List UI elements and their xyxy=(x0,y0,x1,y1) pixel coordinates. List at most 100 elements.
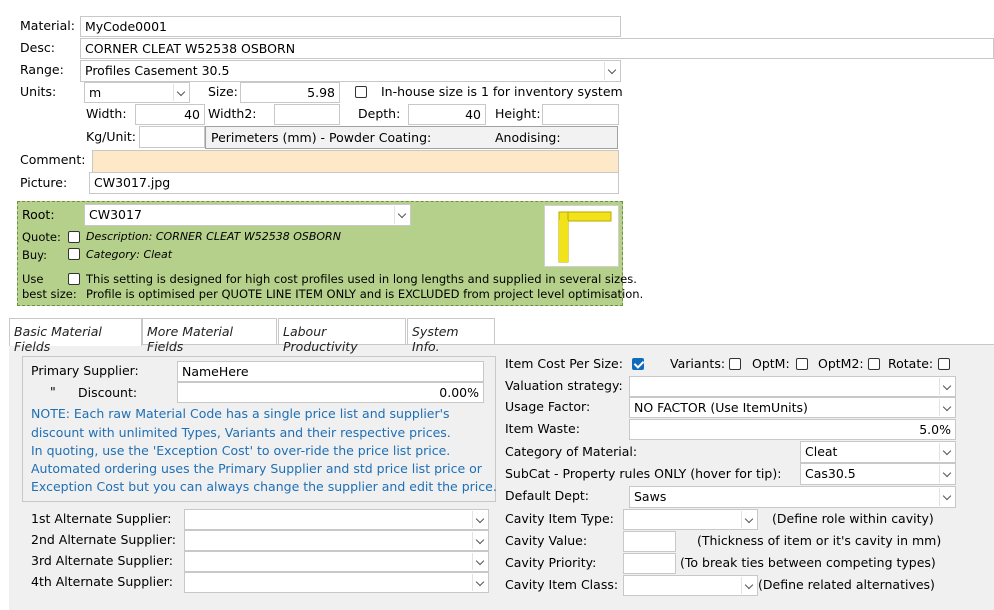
range-select[interactable]: Profiles Casement 30.5 xyxy=(80,60,621,82)
tab-system-info[interactable]: System Info. xyxy=(407,318,495,354)
valuation-select[interactable] xyxy=(629,376,956,397)
cavity-priority-hint: (To break ties between competing types) xyxy=(680,555,936,570)
picture-input[interactable]: CW3017.jpg xyxy=(89,172,619,194)
comment-input[interactable] xyxy=(92,150,619,174)
rotate-checkbox[interactable] xyxy=(938,358,950,370)
units-label: Units: xyxy=(20,84,57,99)
use-label: Use xyxy=(22,272,44,286)
root-value: CW3017 xyxy=(89,207,142,222)
discount-input[interactable]: 0.00% xyxy=(177,382,484,403)
best-size-label: best size: xyxy=(22,287,77,301)
tab-basic-material-fields[interactable]: Basic Material Fields xyxy=(9,318,142,354)
dept-value: Saws xyxy=(634,489,667,504)
inhouse-size-label: In-house size is 1 for inventory system xyxy=(381,84,623,99)
kgunit-input[interactable] xyxy=(139,126,205,148)
chevron-down-icon[interactable] xyxy=(939,488,954,506)
usage-value: NO FACTOR (Use ItemUnits) xyxy=(634,400,808,415)
chevron-down-icon[interactable] xyxy=(472,574,487,591)
category-select[interactable]: Cleat xyxy=(800,441,956,463)
width-input[interactable]: 40 xyxy=(135,104,205,125)
note-line-5: Exception Cost but you can always change… xyxy=(31,479,497,494)
note-line-1: NOTE: Each raw Material Code has a singl… xyxy=(31,406,450,421)
size-label: Size: xyxy=(208,84,238,99)
root-category: Category: Cleat xyxy=(86,248,173,261)
subcat-value: Cas30.5 xyxy=(805,466,856,481)
quote-label: Quote: xyxy=(22,230,61,244)
usage-select[interactable]: NO FACTOR (Use ItemUnits) xyxy=(629,397,956,418)
optm-checkbox[interactable] xyxy=(796,358,808,370)
units-select[interactable]: m xyxy=(84,82,190,103)
chevron-down-icon[interactable] xyxy=(939,465,954,483)
cavity-class-label: Cavity Item Class: xyxy=(505,577,619,592)
perimeters-label: Perimeters (mm) - Powder Coating: xyxy=(211,130,432,145)
item-cost-checkbox[interactable] xyxy=(632,358,644,370)
chevron-down-icon[interactable] xyxy=(173,84,188,101)
chevron-down-icon[interactable] xyxy=(604,62,619,80)
alt-supplier-2-select[interactable] xyxy=(184,530,489,551)
picture-label: Picture: xyxy=(20,175,68,190)
cavity-priority-label: Cavity Priority: xyxy=(505,555,597,570)
cavity-type-select[interactable] xyxy=(623,509,758,530)
discount-label: Discount: xyxy=(78,385,138,400)
note-line-4: Automated ordering uses the Primary Supp… xyxy=(31,461,482,476)
kgunit-label: Kg/Unit: xyxy=(86,129,136,144)
description-input[interactable]: CORNER CLEAT W52538 OSBORN xyxy=(80,38,994,59)
tab-more-material-fields[interactable]: More Material Fields xyxy=(142,318,277,354)
subcat-select[interactable]: Cas30.5 xyxy=(800,463,956,485)
best-size-description-1: This setting is designed for high cost p… xyxy=(86,272,637,286)
usage-label: Usage Factor: xyxy=(505,399,591,414)
width2-input[interactable] xyxy=(274,104,340,125)
item-cost-label: Item Cost Per Size: xyxy=(505,356,623,371)
chevron-down-icon[interactable] xyxy=(741,577,756,594)
alt-supplier-1-select[interactable] xyxy=(184,509,489,530)
quote-checkbox[interactable] xyxy=(68,231,80,243)
note-line-3: In quoting, use the 'Exception Cost' to … xyxy=(31,443,451,458)
optm2-checkbox[interactable] xyxy=(868,358,880,370)
alt-supplier-1-label: 1st Alternate Supplier: xyxy=(31,511,172,526)
best-size-description-2: Profile is optimised per QUOTE LINE ITEM… xyxy=(86,287,644,301)
cavity-value-input[interactable] xyxy=(623,531,676,552)
alt-supplier-4-select[interactable] xyxy=(184,572,489,593)
root-panel: Root: CW3017 Quote: Description: CORNER … xyxy=(17,201,643,306)
size-input[interactable]: 5.98 xyxy=(240,82,340,103)
chevron-down-icon[interactable] xyxy=(939,378,954,395)
waste-input[interactable]: 5.0% xyxy=(629,419,956,440)
root-select[interactable]: CW3017 xyxy=(84,204,411,226)
height-input[interactable] xyxy=(542,104,619,125)
cavity-priority-input[interactable] xyxy=(623,553,676,574)
cavity-value-label: Cavity Value: xyxy=(505,533,588,548)
primary-supplier-input[interactable]: NameHere xyxy=(177,361,484,382)
width-label: Width: xyxy=(86,106,127,121)
chevron-down-icon[interactable] xyxy=(741,511,756,528)
chevron-down-icon[interactable] xyxy=(472,511,487,528)
chevron-down-icon[interactable] xyxy=(939,399,954,416)
note-line-2: discount with unlimited Types, Variants … xyxy=(31,425,451,440)
ditto-mark: " xyxy=(50,384,56,399)
chevron-down-icon[interactable] xyxy=(472,532,487,549)
tab-labour-productivity[interactable]: Labour Productivity xyxy=(278,318,406,354)
width2-label: Width2: xyxy=(208,106,257,121)
perimeters-row: Perimeters (mm) - Powder Coating: Anodis… xyxy=(205,126,618,149)
cavity-class-select[interactable] xyxy=(623,575,758,596)
dept-select[interactable]: Saws xyxy=(629,486,956,508)
depth-label: Depth: xyxy=(358,106,401,121)
chevron-down-icon[interactable] xyxy=(939,443,954,461)
valuation-label: Valuation strategy: xyxy=(505,378,623,393)
alt-supplier-4-label: 4th Alternate Supplier: xyxy=(31,574,173,589)
material-code-input[interactable]: MyCode0001 xyxy=(80,16,621,37)
alt-supplier-3-select[interactable] xyxy=(184,551,489,572)
variants-label: Variants: xyxy=(670,356,726,371)
range-label: Range: xyxy=(20,62,64,77)
units-value: m xyxy=(89,85,102,100)
use-best-size-checkbox[interactable] xyxy=(68,273,80,285)
category-value: Cleat xyxy=(805,444,838,459)
chevron-down-icon[interactable] xyxy=(472,553,487,570)
desc-label: Desc: xyxy=(20,40,55,55)
variants-checkbox[interactable] xyxy=(729,358,741,370)
comment-label: Comment: xyxy=(20,152,86,167)
buy-checkbox[interactable] xyxy=(68,248,80,260)
cleat-profile-image xyxy=(558,211,612,263)
chevron-down-icon[interactable] xyxy=(394,206,409,224)
inhouse-size-checkbox[interactable] xyxy=(355,86,367,98)
depth-input[interactable]: 40 xyxy=(408,104,486,125)
